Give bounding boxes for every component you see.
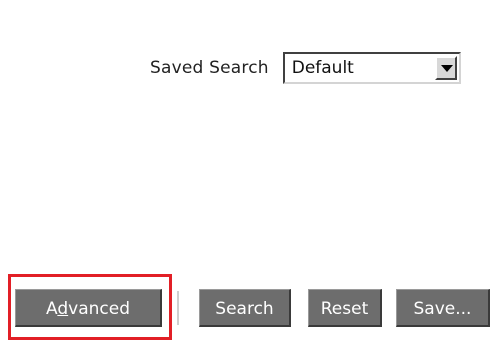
saved-search-label: Saved Search xyxy=(150,58,269,78)
advanced-label-mnemonic: d xyxy=(57,299,69,319)
dropdown-arrow-button[interactable] xyxy=(434,56,457,80)
advanced-button[interactable]: Advanced xyxy=(15,289,162,327)
advanced-label-suffix: vanced xyxy=(68,299,130,319)
reset-button[interactable]: Reset xyxy=(308,289,382,327)
toolbar-separator xyxy=(177,291,180,325)
saved-search-select[interactable]: Default xyxy=(282,52,461,84)
advanced-label-prefix: A xyxy=(46,299,58,319)
save-button[interactable]: Save... xyxy=(396,289,490,327)
chevron-down-icon xyxy=(440,65,453,72)
saved-search-selected-value: Default xyxy=(291,58,354,78)
search-button[interactable]: Search xyxy=(199,289,291,327)
saved-search-row: Saved Search Default xyxy=(150,50,461,86)
